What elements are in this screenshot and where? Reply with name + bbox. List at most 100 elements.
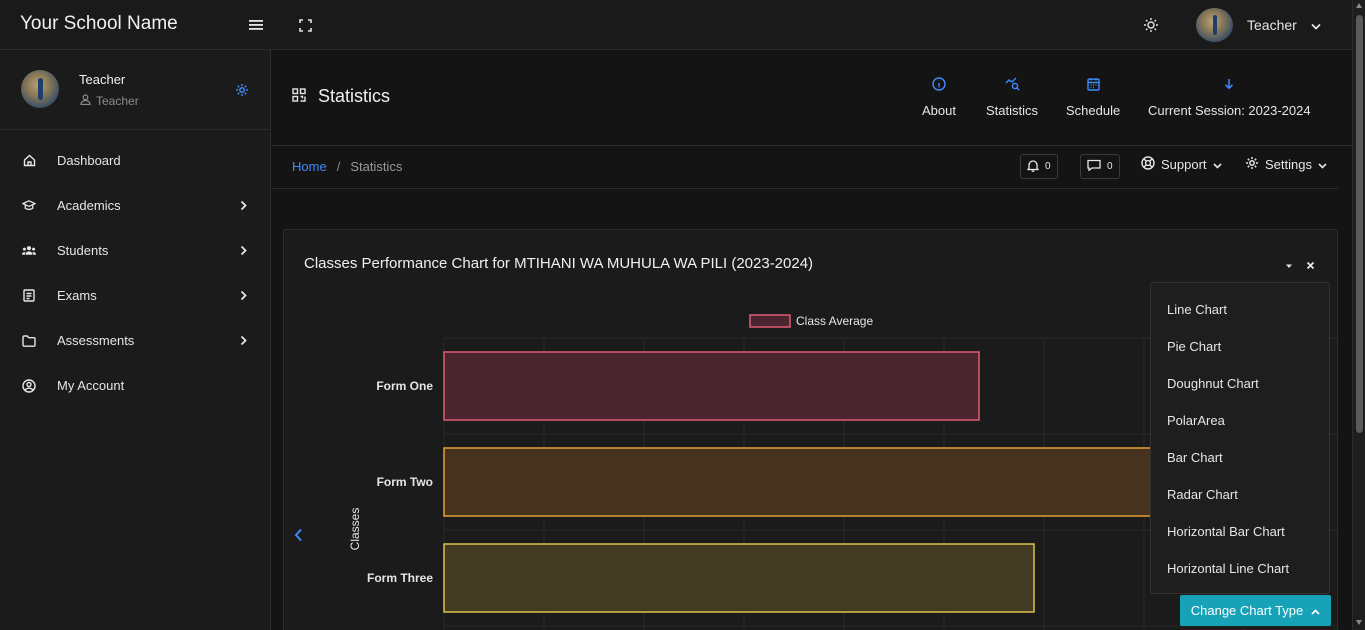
user-icon	[80, 94, 91, 108]
header-link-label: Statistics	[986, 103, 1039, 118]
support-label: Support	[1161, 157, 1207, 172]
user-circle-icon	[22, 378, 36, 393]
legend-swatch	[749, 314, 791, 328]
chart-type-menu: Line Chart Pie Chart Doughnut Chart Pola…	[1150, 282, 1330, 594]
settings-dropdown[interactable]: Settings	[1245, 156, 1327, 173]
chart-category-label: Form One	[376, 379, 433, 393]
chart-search-icon	[1005, 76, 1020, 92]
avatar	[1196, 8, 1233, 42]
graduation-cap-icon	[22, 199, 36, 213]
chart-bars	[443, 351, 1165, 613]
change-chart-type-label: Change Chart Type	[1190, 603, 1304, 618]
messages-count: 0	[1107, 161, 1113, 172]
chart-legend[interactable]: Class Average	[749, 314, 873, 328]
notifications-button[interactable]: 0	[1020, 154, 1058, 179]
chart-type-option[interactable]: Radar Chart	[1151, 476, 1329, 513]
brand-name[interactable]: Your School Name	[20, 13, 178, 35]
header-link-session[interactable]: Current Session: 2023-2024	[1148, 76, 1311, 118]
breadcrumb: Home / Statistics	[292, 159, 402, 174]
sidebar-nav: Dashboard Academics Students Exams Asses…	[0, 138, 271, 408]
sidebar-item-label: Assessments	[57, 333, 135, 348]
bell-icon	[1026, 159, 1040, 175]
menu-icon[interactable]	[245, 14, 267, 36]
chart-category-label: Form Two	[377, 475, 433, 489]
chart-category-labels: Form One Form Two Form Three	[367, 379, 433, 585]
chart-bar-form-one[interactable]	[443, 351, 980, 421]
user-name: Teacher	[1247, 17, 1297, 33]
chart-type-option[interactable]: PolarArea	[1151, 402, 1329, 439]
header-link-label: Schedule	[1066, 103, 1121, 118]
chart-type-option[interactable]: Line Chart	[1151, 291, 1329, 328]
lifebuoy-icon	[1141, 156, 1155, 173]
arrow-down-icon	[1224, 76, 1234, 92]
chevron-right-icon	[240, 334, 247, 349]
chart-type-option[interactable]: Pie Chart	[1151, 328, 1329, 365]
profile-name: Teacher	[79, 72, 126, 87]
fullscreen-icon[interactable]	[294, 14, 316, 36]
header-link-schedule[interactable]: Schedule	[1066, 76, 1120, 118]
sidebar-item-students[interactable]: Students	[0, 228, 271, 273]
gear-icon	[1245, 156, 1259, 173]
user-menu[interactable]: Teacher	[1196, 8, 1321, 42]
legend-label: Class Average	[796, 314, 873, 328]
top-navbar: Your School Name Teacher	[0, 0, 1352, 50]
breadcrumb-current: Statistics	[350, 159, 403, 174]
sidebar-item-exams[interactable]: Exams	[0, 273, 271, 318]
sidebar-item-label: Academics	[57, 198, 121, 213]
chevron-right-icon	[240, 289, 247, 304]
message-icon	[1087, 159, 1101, 174]
sidebar: Teacher Teacher Dashboard Academics Stud…	[0, 50, 271, 630]
profile-role-label: Teacher	[96, 94, 139, 108]
chevron-right-icon	[240, 199, 247, 214]
sidebar-item-label: Students	[57, 243, 109, 258]
sidebar-item-my-account[interactable]: My Account	[0, 363, 271, 408]
header-link-about[interactable]: About	[922, 76, 956, 118]
page-title-text: Statistics	[318, 86, 391, 106]
sidebar-item-label: My Account	[57, 378, 125, 393]
page-header: Statistics About Statistics Schedule Cur…	[272, 50, 1352, 146]
chart-type-option[interactable]: Horizontal Line Chart	[1151, 550, 1329, 587]
qr-grid-icon	[292, 86, 306, 107]
header-link-label: Current Session: 2023-2024	[1148, 103, 1311, 118]
breadcrumb-home[interactable]: Home	[292, 159, 327, 174]
chart-type-option[interactable]: Horizontal Bar Chart	[1151, 513, 1329, 550]
change-chart-type-button[interactable]: Change Chart Type	[1180, 595, 1331, 626]
header-link-label: About	[922, 103, 956, 118]
scroll-up-arrow-icon[interactable]	[1356, 3, 1362, 8]
scrollbar-thumb[interactable]	[1356, 15, 1363, 433]
sidebar-item-assessments[interactable]: Assessments	[0, 318, 271, 363]
avatar	[21, 70, 59, 108]
sidebar-item-academics[interactable]: Academics	[0, 183, 271, 228]
chart-type-option[interactable]: Bar Chart	[1151, 439, 1329, 476]
page-scrollbar[interactable]	[1352, 0, 1365, 630]
chevron-right-icon	[240, 244, 247, 259]
notifications-count: 0	[1045, 161, 1051, 172]
chevron-down-icon	[1212, 157, 1222, 172]
profile-role: Teacher	[80, 94, 139, 108]
scroll-down-arrow-icon[interactable]	[1356, 620, 1362, 625]
home-icon	[22, 154, 36, 168]
messages-button[interactable]: 0	[1080, 154, 1120, 179]
header-link-statistics[interactable]: Statistics	[986, 76, 1038, 118]
folder-icon	[22, 334, 36, 348]
sidebar-item-dashboard[interactable]: Dashboard	[0, 138, 271, 183]
chart-type-option[interactable]: Doughnut Chart	[1151, 365, 1329, 402]
exam-list-icon	[22, 289, 36, 303]
chart-category-label: Form Three	[367, 571, 433, 585]
sidebar-item-label: Exams	[57, 288, 97, 303]
calendar-icon	[1086, 76, 1100, 92]
sidebar-item-label: Dashboard	[57, 153, 121, 168]
chevron-down-icon	[1311, 17, 1321, 33]
page-title: Statistics	[292, 86, 390, 107]
chart-bar-form-three[interactable]	[443, 543, 1035, 613]
settings-label: Settings	[1265, 157, 1312, 172]
gear-icon[interactable]	[235, 83, 249, 102]
chart-bar-form-two[interactable]	[443, 447, 1165, 517]
breadcrumb-separator: /	[336, 159, 341, 174]
sidebar-profile: Teacher Teacher	[0, 50, 271, 130]
theme-sun-icon[interactable]	[1140, 14, 1162, 36]
chevron-up-icon	[1311, 603, 1320, 618]
users-icon	[22, 244, 36, 258]
y-axis-label: Classes	[348, 508, 362, 551]
support-dropdown[interactable]: Support	[1141, 156, 1222, 173]
